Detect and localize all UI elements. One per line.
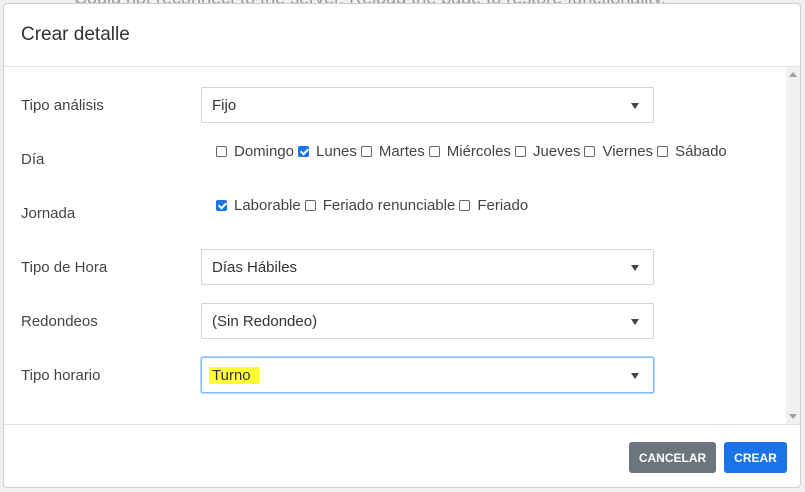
chevron-down-icon [631, 103, 639, 109]
tipo-analisis-value: Fijo [212, 96, 237, 114]
checkbox-icon[interactable] [459, 200, 471, 211]
dia-checkbox-miercoles[interactable]: Miércoles [428, 143, 511, 160]
checkbox-icon[interactable] [657, 146, 669, 157]
jornada-checkbox-laborable[interactable]: Laborable [216, 197, 301, 214]
scroll-down-icon[interactable] [789, 414, 797, 419]
tipo-horario-select[interactable]: Turno [201, 357, 654, 393]
modal-title: Crear detalle [21, 24, 130, 45]
tipo-analisis-label: Tipo análisis [21, 97, 104, 114]
checkbox-icon[interactable] [514, 146, 526, 157]
dia-checkbox-sabado[interactable]: Sábado [657, 143, 727, 160]
dia-label: Día [21, 151, 45, 168]
checkbox-label: Laborable [234, 197, 301, 214]
checkbox-icon[interactable] [428, 146, 440, 157]
jornada-checkbox-feriado[interactable]: Feriado [459, 197, 528, 214]
checkbox-label: Feriado [477, 197, 529, 214]
dia-checkbox-domingo[interactable]: Domingo [216, 143, 294, 160]
tipo-analisis-select[interactable]: Fijo [201, 87, 654, 123]
tipo-hora-label: Tipo de Hora [21, 259, 108, 276]
create-button[interactable]: CREAR [724, 442, 787, 473]
tipo-horario-value: Turno [209, 366, 259, 384]
checkbox-label: Viernes [602, 143, 654, 160]
checkbox-label: Domingo [234, 143, 295, 160]
dia-checkbox-jueves[interactable]: Jueves [514, 143, 581, 160]
checkbox-label: Sábado [675, 143, 727, 160]
redondeos-select[interactable]: (Sin Redondeo) [201, 303, 654, 339]
modal-body: Tipo análisis Fijo Día Domingo Lunes Mar… [4, 67, 786, 424]
modal-header: Crear detalle [4, 4, 800, 67]
jornada-checkbox-group: Laborable Feriado renunciable Feriado [216, 197, 532, 214]
checkbox-icon[interactable] [304, 200, 316, 211]
checkbox-icon[interactable] [584, 146, 596, 157]
jornada-label: Jornada [21, 205, 76, 222]
tipo-horario-label: Tipo horario [21, 367, 101, 384]
redondeos-label: Redondeos [21, 313, 98, 330]
chevron-down-icon [631, 373, 639, 379]
dia-checkbox-martes[interactable]: Martes [360, 143, 425, 160]
checkbox-label: Lunes [316, 143, 357, 160]
checkbox-label: Martes [378, 143, 425, 160]
scroll-up-icon[interactable] [789, 72, 797, 77]
chevron-down-icon [631, 265, 639, 271]
dia-checkbox-group: Domingo Lunes Martes Miércoles Jueves Vi… [216, 143, 731, 160]
checkbox-label: Miércoles [446, 143, 511, 160]
dia-checkbox-lunes[interactable]: Lunes [298, 143, 357, 160]
chevron-down-icon [631, 319, 639, 325]
checkbox-icon[interactable] [360, 146, 372, 157]
create-detail-modal: Crear detalle Tipo análisis Fijo Día Dom… [3, 3, 801, 488]
modal-scrollbar[interactable] [786, 67, 800, 424]
cancel-button[interactable]: CANCELAR [629, 442, 716, 473]
redondeos-value: (Sin Redondeo) [212, 312, 318, 330]
checkbox-checked-icon[interactable] [216, 200, 227, 211]
jornada-checkbox-feriado-renunciable[interactable]: Feriado renunciable [304, 197, 456, 214]
dia-checkbox-viernes[interactable]: Viernes [584, 143, 653, 160]
modal-footer: CANCELAR CREAR [4, 424, 800, 487]
checkbox-checked-icon[interactable] [298, 146, 310, 157]
tipo-hora-value: Días Hábiles [212, 258, 298, 276]
tipo-hora-select[interactable]: Días Hábiles [201, 249, 654, 285]
checkbox-icon[interactable] [216, 146, 227, 157]
checkbox-label: Feriado renunciable [322, 197, 456, 214]
checkbox-label: Jueves [532, 143, 581, 160]
